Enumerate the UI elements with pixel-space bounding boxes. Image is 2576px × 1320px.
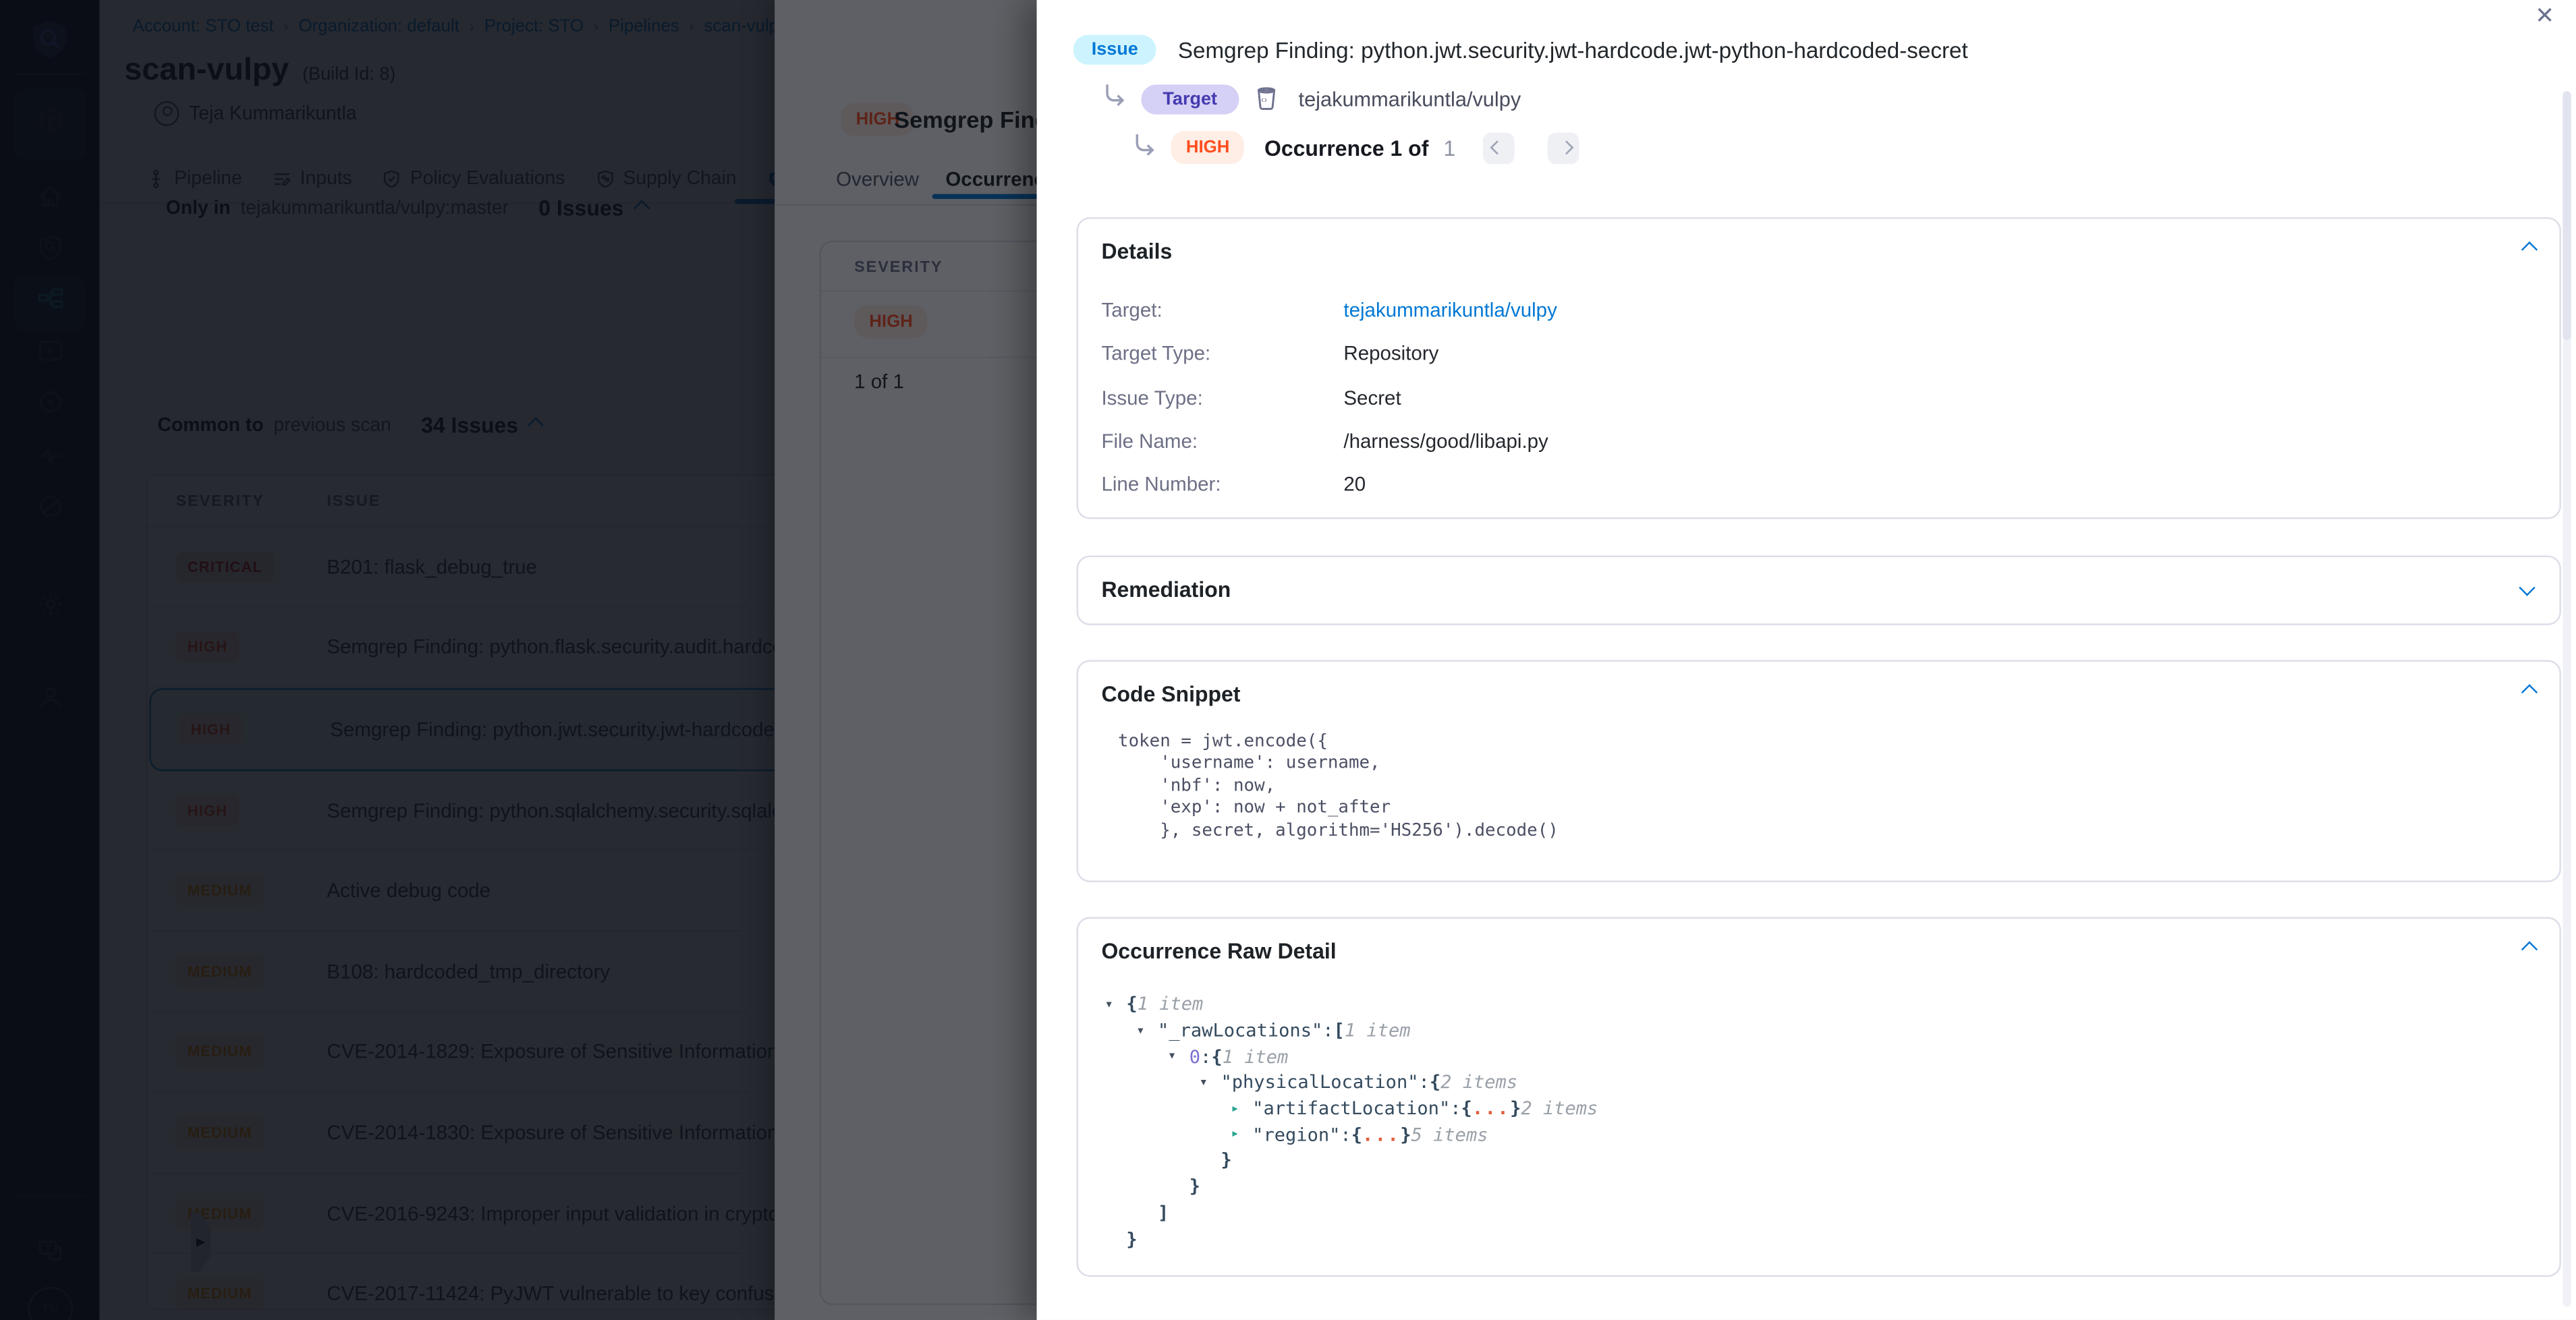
json-tree-line: ▾"physicalLocation" : { 2 items	[1104, 1070, 1598, 1096]
json-tree-line: }	[1104, 1226, 1598, 1252]
issue-badge: Issue	[1073, 35, 1156, 65]
json-tree-line: ▾"_rawLocations" : [ 1 item	[1104, 1018, 1598, 1044]
json-key: "physicalLocation"	[1221, 1072, 1418, 1093]
json-tree-line: ]	[1104, 1200, 1598, 1226]
json-tree-line: ▾0 : { 1 item	[1104, 1043, 1598, 1070]
app-root: ? TK Account: STO test›Organization: def…	[0, 0, 2576, 1320]
detail-row: Line Number: 20	[1101, 466, 2536, 510]
json-brace: }	[1189, 1176, 1200, 1197]
severity-badge: HIGH	[1171, 131, 1245, 164]
occurrence-detail-modal: ✕ Issue Semgrep Finding: python.jwt.secu…	[1037, 0, 2576, 1320]
collapse-arrow-icon[interactable]: ▾	[1168, 1048, 1189, 1065]
target-badge: Target	[1141, 84, 1239, 113]
json-count: 5 items	[1411, 1124, 1488, 1145]
remediation-card[interactable]: Remediation	[1077, 556, 2561, 625]
scrollbar-thumb[interactable]	[2563, 91, 2571, 340]
collapse-arrow-icon[interactable]: ▾	[1104, 996, 1126, 1013]
json-index: 0	[1189, 1046, 1200, 1068]
json-colon: :	[1450, 1098, 1461, 1120]
json-tree-line: }	[1104, 1148, 1598, 1174]
detail-label: Target Type:	[1101, 342, 1210, 365]
json-colon: :	[1322, 1020, 1333, 1041]
code-snippet: token = jwt.encode({ 'username': usernam…	[1118, 731, 1559, 842]
json-count: 2 items	[1440, 1072, 1517, 1093]
code-snippet-card: Code Snippet token = jwt.encode({ 'usern…	[1077, 660, 2561, 882]
remediation-section-title: Remediation	[1101, 577, 1231, 602]
json-count: 1 item	[1138, 994, 1204, 1015]
json-tree-line: ▸"artifactLocation" : {...} 2 items	[1104, 1095, 1598, 1122]
detail-label: File Name:	[1101, 429, 1198, 452]
json-colon: :	[1200, 1046, 1211, 1068]
json-key: "region"	[1252, 1124, 1340, 1145]
detail-value: Secret	[1343, 386, 1401, 409]
details-card: Details Target:tejakummarikuntla/vulpyTa…	[1077, 217, 2561, 519]
detail-label: Line Number:	[1101, 473, 1221, 496]
json-count: 1 item	[1223, 1046, 1289, 1068]
json-brace: [	[1334, 1020, 1345, 1041]
json-brace: {	[1351, 1124, 1362, 1145]
occurrence-total: 1	[1444, 135, 1456, 160]
json-count: 2 items	[1521, 1098, 1598, 1120]
elbow-arrow-icon	[1133, 132, 1156, 163]
svg-text:‹›: ‹›	[1260, 94, 1266, 105]
expand-arrow-icon[interactable]: ▸	[1231, 1126, 1252, 1143]
raw-detail-json-tree: ▾{ 1 item▾"_rawLocations" : [ 1 item▾0 :…	[1104, 992, 1598, 1252]
json-brace: {	[1461, 1098, 1472, 1120]
detail-value: Repository	[1343, 342, 1438, 365]
json-tree-line: }	[1104, 1174, 1598, 1200]
collapse-chevron-icon[interactable]	[2521, 684, 2538, 700]
detail-value: 20	[1343, 473, 1366, 496]
expand-arrow-icon[interactable]: ▸	[1231, 1100, 1252, 1117]
detail-label: Target:	[1101, 299, 1162, 322]
json-tree-line: ▾{ 1 item	[1104, 992, 1598, 1018]
repository-icon: ‹›	[1254, 86, 1279, 111]
json-colon: :	[1340, 1124, 1351, 1145]
json-brace: ]	[1158, 1202, 1169, 1224]
detail-value[interactable]: tejakummarikuntla/vulpy	[1343, 299, 1557, 322]
json-key: "_rawLocations"	[1158, 1020, 1322, 1041]
target-name[interactable]: tejakummarikuntla/vulpy	[1299, 87, 1521, 110]
json-tree-line: ▸"region" : {...} 5 items	[1104, 1122, 1598, 1148]
expand-chevron-icon[interactable]	[2519, 579, 2535, 596]
json-dots: ...	[1472, 1098, 1510, 1120]
elbow-arrow-icon	[1103, 83, 1126, 115]
collapse-arrow-icon[interactable]: ▾	[1136, 1023, 1158, 1039]
detail-value: /harness/good/libapi.py	[1343, 429, 1548, 452]
raw-detail-section-title: Occurrence Raw Detail	[1101, 939, 1336, 964]
json-brace: }	[1400, 1124, 1411, 1145]
code-snippet-section-title: Code Snippet	[1101, 681, 1240, 706]
close-icon[interactable]: ✕	[2531, 0, 2558, 30]
json-dots: ...	[1362, 1124, 1400, 1145]
raw-detail-card: Occurrence Raw Detail ▾{ 1 item▾"_rawLoc…	[1077, 917, 2561, 1277]
prev-occurrence-button[interactable]	[1484, 132, 1515, 163]
details-section-title: Details	[1101, 239, 1172, 264]
details-rows: Target: tejakummarikuntla/vulpy Target Typ…	[1101, 292, 2536, 510]
detail-row: Target: tejakummarikuntla/vulpy	[1101, 292, 2536, 336]
detail-row: File Name: /harness/good/libapi.py	[1101, 423, 2536, 467]
detail-row: Issue Type: Secret	[1101, 379, 2536, 423]
json-colon: :	[1419, 1072, 1430, 1093]
modal-title: Semgrep Finding: python.jwt.security.jwt…	[1178, 37, 1968, 62]
json-key: "artifactLocation"	[1252, 1098, 1450, 1120]
json-brace: {	[1211, 1046, 1222, 1068]
json-count: 1 item	[1345, 1020, 1411, 1041]
json-brace: }	[1510, 1098, 1521, 1120]
json-brace: }	[1221, 1150, 1231, 1172]
occurrence-label: Occurrence 1 of	[1264, 135, 1428, 160]
detail-label: Issue Type:	[1101, 386, 1202, 409]
collapse-chevron-icon[interactable]	[2521, 941, 2538, 957]
json-brace: {	[1126, 994, 1137, 1015]
detail-row: Target Type: Repository	[1101, 335, 2536, 379]
collapse-chevron-icon[interactable]	[2521, 241, 2538, 258]
json-brace: }	[1126, 1228, 1137, 1250]
json-brace: {	[1430, 1072, 1440, 1093]
collapse-arrow-icon[interactable]: ▾	[1199, 1074, 1221, 1091]
next-occurrence-button[interactable]	[1548, 132, 1580, 163]
